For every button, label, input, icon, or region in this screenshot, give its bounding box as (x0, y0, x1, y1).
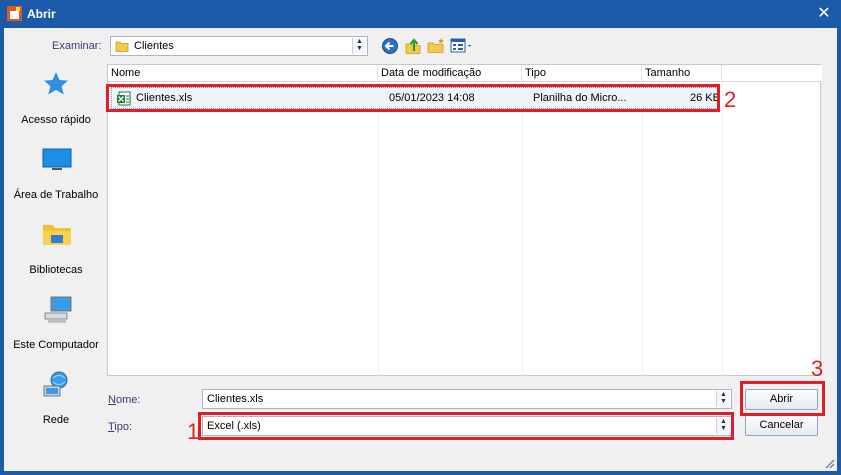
computer-icon (44, 296, 72, 323)
place-label: Área de Trabalho (13, 189, 99, 201)
open-dialog-window: Abrir ✕ Examinar: Clientes ▲ ▼ Acesso rá… (0, 0, 841, 475)
place-label: Acesso rápido (21, 114, 91, 126)
file-type-label: Tipo: (108, 421, 133, 433)
place-network[interactable]: Rede (8, 364, 104, 434)
file-size: 26 KB (690, 92, 720, 104)
file-row-clientes[interactable]: Clientes.xls 05/01/2023 14:08 Planilha d… (111, 87, 720, 109)
annotation-number-3: 3 (811, 356, 824, 381)
place-label: Este Computador (13, 339, 99, 351)
file-type-value: Excel (.xls) (207, 420, 261, 432)
column-header-size[interactable]: Tamanho (642, 65, 722, 82)
column-header-modified[interactable]: Data de modificação (378, 65, 522, 82)
folder-icon (115, 41, 129, 52)
places-bar: Acesso rápido Área de Trabalho Bibliotec… (8, 64, 104, 444)
file-name: Clientes.xls (136, 92, 193, 104)
close-button[interactable]: ✕ (813, 4, 835, 24)
resize-grip-icon[interactable] (823, 457, 835, 469)
star-icon (44, 72, 68, 95)
network-icon (43, 371, 68, 397)
annotation-number-1: 1 (187, 419, 200, 444)
desktop-icon (42, 148, 72, 170)
file-name-value: Clientes.xls (207, 393, 264, 405)
column-header-name[interactable]: Nome (108, 65, 378, 82)
column-header-type[interactable]: Tipo (522, 65, 642, 82)
place-label: Bibliotecas (29, 264, 83, 276)
app-icon (7, 6, 22, 21)
column-divider (642, 82, 643, 376)
libraries-icon (43, 225, 71, 245)
look-in-label: Examinar: (52, 40, 102, 52)
place-label: Rede (42, 414, 70, 426)
excel-file-icon (117, 91, 131, 106)
view-menu-icon[interactable] (450, 37, 474, 55)
window-title: Abrir (27, 7, 56, 21)
look-in-combobox[interactable]: Clientes ▲ ▼ (110, 36, 368, 56)
file-type-select[interactable]: Excel (.xls) ▲ ▼ (202, 416, 732, 436)
column-divider (722, 82, 723, 376)
file-type: Planilha do Micro... (533, 92, 627, 104)
column-header-row: Nome Data de modificação Tipo Tamanho (108, 65, 822, 82)
column-divider (378, 82, 379, 376)
file-name-label: Nome: (108, 394, 141, 406)
spin-arrows-icon[interactable]: ▲ ▼ (352, 38, 366, 54)
title-bar[interactable]: Abrir ✕ (0, 0, 841, 28)
file-modified: 05/01/2023 14:08 (389, 92, 475, 104)
spin-arrows-icon[interactable]: ▲ ▼ (716, 418, 730, 434)
back-icon[interactable] (381, 37, 399, 55)
up-folder-icon[interactable] (404, 37, 422, 55)
place-libraries[interactable]: Bibliotecas (8, 214, 104, 284)
spin-arrows-icon[interactable]: ▲ ▼ (716, 391, 730, 407)
file-name-input[interactable]: Clientes.xls ▲ ▼ (202, 389, 732, 409)
open-button[interactable]: Abrir (745, 389, 818, 410)
annotation-number-2: 2 (724, 87, 737, 112)
place-quick-access[interactable]: Acesso rápido (8, 64, 104, 134)
file-list[interactable]: Nome Data de modificação Tipo Tamanho Cl… (107, 64, 822, 376)
column-divider (522, 82, 523, 376)
new-folder-icon[interactable] (427, 37, 445, 55)
cancel-button[interactable]: Cancelar (745, 415, 818, 436)
look-in-value: Clientes (134, 40, 174, 52)
place-desktop[interactable]: Área de Trabalho (8, 139, 104, 209)
place-this-computer[interactable]: Este Computador (8, 289, 104, 359)
dialog-body: Examinar: Clientes ▲ ▼ Acesso rápido Áre… (4, 28, 837, 471)
